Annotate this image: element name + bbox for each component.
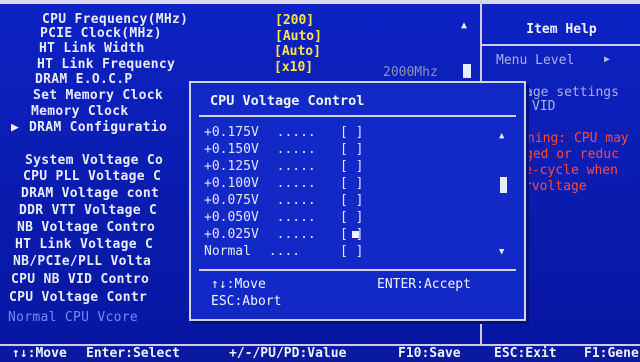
voltage-option[interactable]: +0.100V ..... [ ] xyxy=(191,176,501,192)
option-checkbox[interactable]: [ ] xyxy=(340,176,364,191)
help-line: age settings xyxy=(525,85,619,100)
scroll-down-icon[interactable]: ▼ xyxy=(499,247,504,257)
setting-set-memory-clock[interactable]: Set Memory Clock xyxy=(33,88,163,103)
help-warning-line: e-cycle when xyxy=(524,163,618,178)
dialog-scrollbar[interactable]: ▲ ▼ xyxy=(499,131,509,261)
item-help-title: Item Help xyxy=(526,22,597,37)
option-label: Normal .... xyxy=(204,244,301,259)
voltage-option-list: +0.175V ..... [ ] +0.150V ..... [ ] +0.1… xyxy=(191,125,501,265)
bios-screen: CPU Frequency(MHz) PCIE Clock(MHz) HT Li… xyxy=(0,0,640,362)
setting-cpu-pll-voltage[interactable]: CPU PLL Voltage C xyxy=(23,169,161,184)
voltage-option[interactable]: +0.050V ..... [ ] xyxy=(191,210,501,226)
menu-level-label: Menu Level xyxy=(496,53,575,68)
voltage-option[interactable]: +0.075V ..... [ ] xyxy=(191,193,501,209)
key-exit: ESC:Exit xyxy=(494,346,557,361)
setting-cpu-voltage-control[interactable]: CPU Voltage Contr xyxy=(9,290,147,305)
setting-dram-voltage[interactable]: DRAM Voltage cont xyxy=(21,186,159,201)
key-value: +/-/PU/PD:Value xyxy=(229,346,347,361)
setting-nb-voltage[interactable]: NB Voltage Contro xyxy=(17,220,155,235)
option-label: +0.050V ..... xyxy=(204,210,316,225)
info-normal-cpu-vcore: Normal CPU Vcore xyxy=(8,310,139,325)
hint-move: ↑↓:Move xyxy=(211,277,266,292)
option-checkbox[interactable]: [ ] xyxy=(340,125,364,140)
top-border xyxy=(0,0,640,4)
option-checkbox[interactable]: [ ] xyxy=(340,193,364,208)
setting-ht-link-voltage[interactable]: HT Link Voltage C xyxy=(15,237,153,252)
help-title-rule xyxy=(482,44,640,46)
setting-dram-eocp[interactable]: DRAM E.O.C.P xyxy=(35,72,133,87)
dialog-scrollbar-thumb[interactable] xyxy=(500,177,507,193)
voltage-option-selected[interactable]: +0.025V ..... [ ] xyxy=(191,227,501,243)
setting-ht-link-width[interactable]: HT Link Width xyxy=(39,41,145,56)
dialog-title: CPU Voltage Control xyxy=(210,93,365,109)
voltage-option[interactable]: +0.175V ..... [ ] xyxy=(191,125,501,141)
option-checkbox[interactable]: [ ] xyxy=(340,210,364,225)
option-label: +0.150V ..... xyxy=(204,142,316,157)
hint-abort: ESC:Abort xyxy=(211,294,282,309)
setting-nb-pcie-pll-voltage[interactable]: NB/PCIe/PLL Volta xyxy=(13,254,151,269)
voltage-option[interactable]: +0.150V ..... [ ] xyxy=(191,142,501,158)
key-save: F10:Save xyxy=(398,346,461,361)
setting-memory-clock[interactable]: Memory Clock xyxy=(31,104,129,119)
value-dram-speed: 2000Mhz xyxy=(383,65,438,80)
option-checkbox[interactable]: [ ] xyxy=(340,244,364,259)
setting-dram-configuration[interactable]: DRAM Configuratio xyxy=(29,120,167,135)
settings-scrollbar-thumb[interactable] xyxy=(463,64,471,78)
setting-pcie-clock[interactable]: PCIE Clock(MHz) xyxy=(40,26,162,41)
value-cpu-frequency[interactable]: [200] xyxy=(275,13,314,28)
option-label: +0.075V ..... xyxy=(204,193,316,208)
setting-cpu-nb-vid[interactable]: CPU NB VID Contro xyxy=(11,272,149,287)
setting-ddr-vtt-voltage[interactable]: DDR VTT Voltage C xyxy=(19,203,157,218)
dialog-title-rule xyxy=(199,115,516,117)
voltage-option[interactable]: +0.125V ..... [ ] xyxy=(191,159,501,175)
option-label: +0.125V ..... xyxy=(204,159,316,174)
setting-ht-link-frequency[interactable]: HT Link Frequency xyxy=(37,57,175,72)
dialog-footer-rule xyxy=(199,269,516,271)
scroll-up-icon[interactable]: ▲ xyxy=(499,131,504,141)
scroll-up-icon[interactable]: ▲ xyxy=(461,20,467,31)
value-pcie-clock[interactable]: [Auto] xyxy=(275,29,322,44)
help-warning-line: rvoltage xyxy=(524,179,587,194)
option-label: +0.175V ..... xyxy=(204,125,316,140)
key-move: ↑↓:Move xyxy=(12,346,67,361)
voltage-option[interactable]: Normal .... [ ] xyxy=(191,244,501,260)
setting-system-voltage[interactable]: System Voltage Co xyxy=(25,153,163,168)
option-label: +0.025V ..... xyxy=(204,227,316,242)
help-warning-line: ning: CPU may xyxy=(527,131,629,146)
submenu-arrow-icon: ▶ xyxy=(11,120,19,135)
option-label: +0.100V ..... xyxy=(204,176,316,191)
value-ht-link-width[interactable]: [Auto] xyxy=(274,44,321,59)
selected-marker-icon xyxy=(352,231,359,238)
key-general-help: F1:General xyxy=(584,346,640,361)
hint-accept: ENTER:Accept xyxy=(377,277,471,292)
setting-cpu-frequency[interactable]: CPU Frequency(MHz) xyxy=(42,12,188,27)
key-select: Enter:Select xyxy=(86,346,180,361)
option-checkbox[interactable]: [ ] xyxy=(340,142,364,157)
help-warning-line: ged or reduc xyxy=(525,147,619,162)
cpu-voltage-control-dialog: CPU Voltage Control +0.175V ..... [ ] +0… xyxy=(189,81,526,321)
option-checkbox[interactable]: [ ] xyxy=(340,159,364,174)
menu-level-arrow-icon: ▶ xyxy=(604,54,611,65)
help-line: VID xyxy=(532,99,556,114)
value-ht-link-frequency[interactable]: [x10] xyxy=(274,60,313,75)
